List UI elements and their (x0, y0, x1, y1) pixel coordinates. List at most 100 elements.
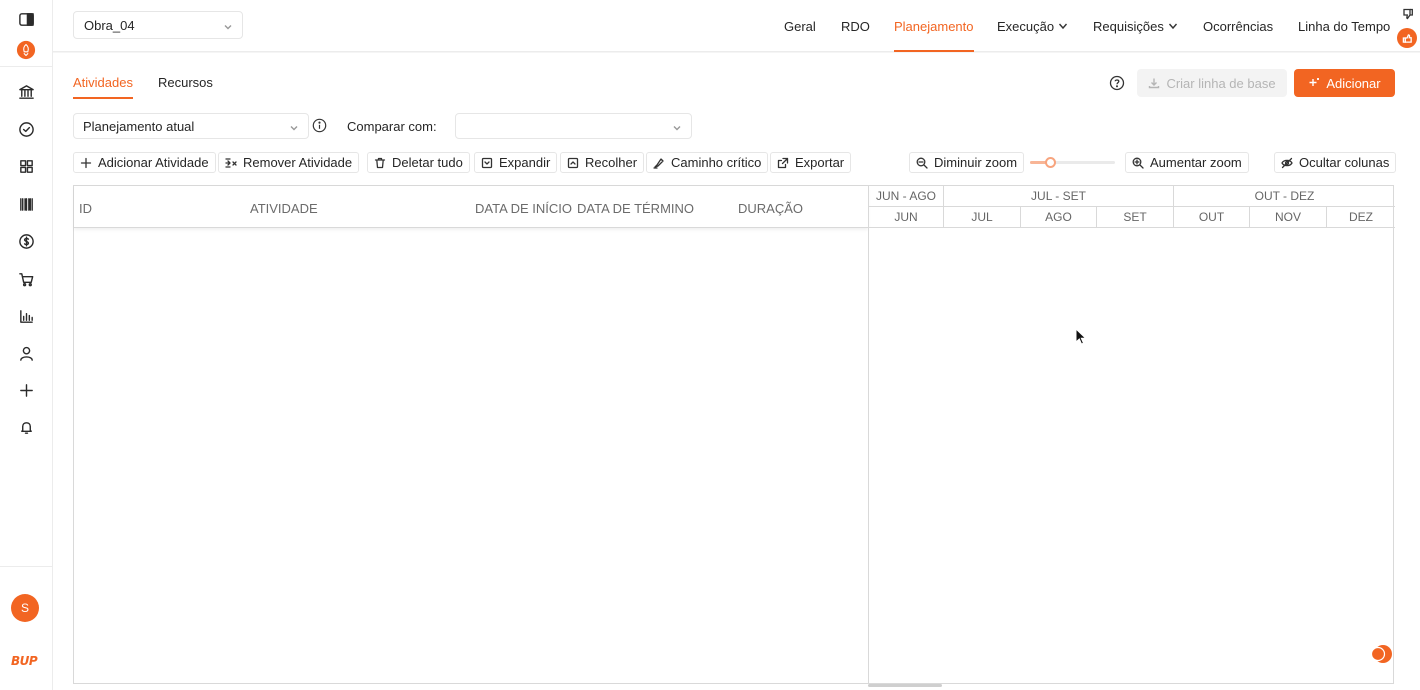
zoom-out-icon (916, 157, 928, 169)
logo: BUP (11, 654, 38, 668)
main-content: Atividades Recursos Criar linha de base … (53, 53, 1420, 690)
user-icon[interactable] (15, 342, 37, 364)
chevron-down-icon (1168, 23, 1177, 30)
collapse-label: Recolher (585, 155, 638, 170)
delete-all-label: Deletar tudo (392, 155, 463, 170)
cart-icon[interactable] (15, 268, 37, 290)
highlighter-icon (653, 157, 664, 169)
timeline-month: JUL (944, 207, 1021, 228)
help-icon[interactable] (1109, 75, 1125, 91)
project-select[interactable]: Obra_04 (73, 11, 243, 39)
zoom-in-button[interactable]: Aumentar zoom (1125, 152, 1249, 173)
nav-geral[interactable]: Geral (784, 0, 816, 52)
nav-ocorrencias[interactable]: Ocorrências (1203, 0, 1273, 52)
timeline-month: NOV (1250, 207, 1327, 228)
timeline-quarter: OUT - DEZ (1174, 186, 1395, 207)
nav-label: RDO (841, 18, 870, 34)
export-button[interactable]: Exportar (770, 152, 852, 173)
add-button-label: Adicionar (1326, 75, 1381, 91)
grid-splitter[interactable] (868, 186, 869, 683)
timeline-month: OUT (1174, 207, 1250, 228)
critical-path-button[interactable]: Caminho crítico (646, 152, 769, 173)
timeline-month: AGO (1021, 207, 1097, 228)
trash-icon (374, 157, 386, 168)
plus-icon (80, 157, 92, 168)
tab-atividades[interactable]: Atividades (73, 75, 133, 99)
expand-label: Expandir (499, 155, 551, 170)
nav-requisicoes[interactable]: Requisições (1093, 0, 1178, 52)
compare-select[interactable] (455, 113, 692, 139)
nav-rdo[interactable]: RDO (841, 0, 870, 52)
info-icon[interactable] (312, 118, 327, 133)
export-icon (777, 157, 789, 168)
remove-activity-button[interactable]: Remover Atividade (218, 152, 360, 173)
panel-toggle-icon[interactable] (15, 8, 37, 30)
avatar[interactable]: S (11, 594, 39, 622)
zoom-out-button[interactable]: Diminuir zoom (909, 152, 1025, 173)
collapse-icon (567, 157, 579, 168)
nav-label: Planejamento (894, 18, 974, 34)
chat-bubble-icon[interactable] (1371, 644, 1393, 664)
tab-recursos[interactable]: Recursos (158, 75, 213, 90)
rocket-icon[interactable] (15, 39, 37, 61)
tab-label: Recursos (158, 75, 213, 90)
column-header-duration[interactable]: DURAÇÃO (738, 201, 803, 216)
column-header-end-date[interactable]: DATA DE TÉRMINO (577, 201, 694, 216)
delete-all-button[interactable]: Deletar tudo (367, 152, 470, 173)
column-header-id[interactable]: ID (79, 201, 92, 216)
timeline-scrollbar[interactable] (868, 684, 942, 687)
nav-execucao[interactable]: Execução (997, 0, 1068, 52)
nav-label: Execução (997, 18, 1055, 34)
add-activity-button[interactable]: Adicionar Atividade (73, 152, 216, 173)
zoom-slider-handle[interactable] (1045, 157, 1056, 168)
zoom-out-label: Diminuir zoom (934, 155, 1018, 170)
gantt-grid: ID ATIVIDADE DATA DE INÍCIO DATA DE TÉRM… (73, 185, 1395, 684)
zoom-slider[interactable] (1030, 153, 1115, 171)
grid-icon[interactable] (15, 155, 37, 177)
expand-icon (481, 157, 493, 168)
sidebar: S BUP (0, 0, 53, 690)
check-circle-icon[interactable] (15, 118, 37, 140)
timeline-month: JUN (869, 207, 944, 228)
remove-activity-label: Remover Atividade (243, 155, 353, 170)
chevron-down-icon (1059, 23, 1068, 30)
plan-select[interactable]: Planejamento atual (73, 113, 309, 139)
nav-planejamento[interactable]: Planejamento (894, 0, 974, 52)
chevron-down-icon (289, 121, 299, 131)
bar-chart-icon[interactable] (15, 305, 37, 327)
hide-columns-button[interactable]: Ocultar colunas (1274, 152, 1397, 173)
timeline-month: DEZ (1327, 207, 1395, 228)
timeline-quarter: JUN - AGO (869, 186, 944, 207)
project-select-value: Obra_04 (84, 17, 135, 33)
create-baseline-button[interactable]: Criar linha de base (1137, 69, 1287, 97)
timeline-month: SET (1097, 207, 1174, 228)
mouse-cursor-icon (1075, 328, 1087, 345)
eye-off-icon (1281, 157, 1293, 168)
bell-icon[interactable] (15, 416, 37, 438)
zoom-in-icon (1132, 157, 1144, 169)
export-label: Exportar (795, 155, 845, 170)
expand-button[interactable]: Expandir (474, 152, 558, 173)
chevron-down-icon (223, 20, 233, 30)
zoom-in-label: Aumentar zoom (1150, 155, 1242, 170)
column-header-activity[interactable]: ATIVIDADE (250, 201, 318, 216)
plus-icon[interactable] (15, 379, 37, 401)
thumbs-down-icon[interactable] (1402, 8, 1414, 20)
barcode-icon[interactable] (15, 193, 37, 215)
timeline-quarter: JUL - SET (944, 186, 1174, 207)
add-button[interactable]: Adicionar (1294, 69, 1395, 97)
chevron-down-icon (672, 121, 682, 131)
bank-icon[interactable] (15, 81, 37, 103)
column-header-start-date[interactable]: DATA DE INÍCIO (475, 201, 572, 216)
compare-label: Comparar com: (347, 119, 437, 134)
hide-columns-label: Ocultar colunas (1299, 155, 1390, 170)
grid-body (74, 231, 868, 683)
thumbs-up-icon[interactable] (1397, 28, 1417, 48)
outdent-icon (225, 157, 237, 168)
dollar-icon[interactable] (15, 230, 37, 252)
nav-linha-do-tempo[interactable]: Linha do Tempo (1298, 0, 1390, 52)
grid-header: ID ATIVIDADE DATA DE INÍCIO DATA DE TÉRM… (74, 186, 868, 228)
sparkle-icon (1309, 78, 1320, 86)
nav-label: Geral (784, 18, 816, 34)
collapse-button[interactable]: Recolher (560, 152, 645, 173)
